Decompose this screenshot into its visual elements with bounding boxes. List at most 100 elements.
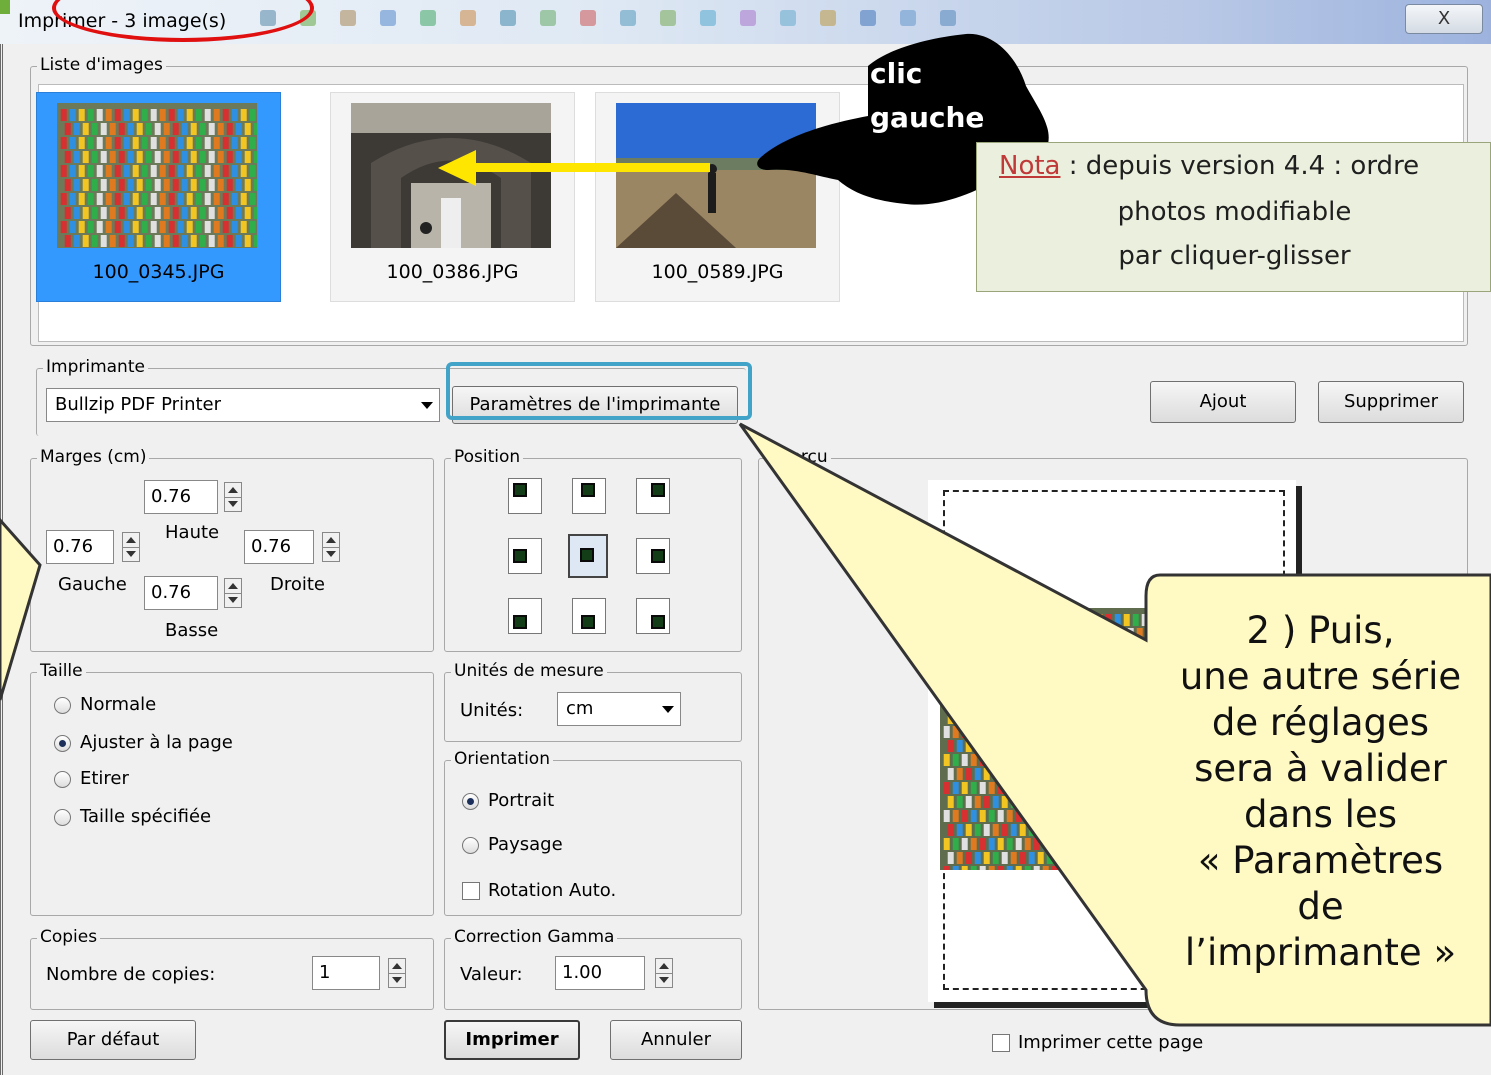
nota-text-1: : depuis version 4.4 : ordre <box>1060 151 1420 181</box>
spinner-arrows-icon[interactable] <box>224 482 242 512</box>
hand-annotation-line1: clic <box>870 57 923 90</box>
image-thumb-2[interactable]: 100_0386.JPG <box>330 92 575 302</box>
preview-legend: Aperçu <box>765 447 831 467</box>
hand-annotation: clic gauche <box>870 52 994 140</box>
toolbar-icon <box>860 10 876 26</box>
default-button[interactable]: Par défaut <box>30 1020 196 1060</box>
spinner-arrows-icon[interactable] <box>655 958 673 988</box>
margin-bottom-input[interactable]: 0.76 <box>144 576 218 610</box>
position-middle-right[interactable] <box>636 538 670 574</box>
position-bottom-left[interactable] <box>508 598 542 634</box>
toolbar-icon <box>780 10 796 26</box>
position-bottom-center[interactable] <box>572 598 606 634</box>
margins-legend: Marges (cm) <box>37 447 150 467</box>
printer-select-value: Bullzip PDF Printer <box>55 394 222 415</box>
remove-button[interactable]: Supprimer <box>1318 381 1464 423</box>
spinner-arrows-icon[interactable] <box>122 532 140 562</box>
units-label: Unités: <box>460 700 524 721</box>
hand-annotation-line2: gauche <box>870 101 985 134</box>
print-button[interactable]: Imprimer <box>444 1020 580 1060</box>
chevron-down-icon <box>421 402 433 409</box>
position-top-left[interactable] <box>508 478 542 514</box>
orientation-portrait-radio[interactable]: Portrait <box>462 790 554 811</box>
position-middle-left[interactable] <box>508 538 542 574</box>
copies-legend: Copies <box>37 927 101 947</box>
callout-line: « Paramètres <box>1197 839 1444 882</box>
gamma-legend: Correction Gamma <box>451 927 618 947</box>
auto-rotate-checkbox[interactable]: Rotation Auto. <box>462 880 616 901</box>
margin-top-input[interactable]: 0.76 <box>144 480 218 514</box>
callout-line: l’imprimante » <box>1184 931 1457 974</box>
thumb-filename: 100_0589.JPG <box>651 261 784 283</box>
app-icon <box>0 0 10 14</box>
toolbar-icon <box>940 10 956 26</box>
cancel-button[interactable]: Annuler <box>610 1020 742 1060</box>
image-list-legend: Liste d'images <box>37 55 166 75</box>
copies-input[interactable]: 1 <box>312 956 380 990</box>
size-fit-radio[interactable]: Ajuster à la page <box>54 732 233 753</box>
margin-top-label: Haute <box>165 522 220 543</box>
gamma-input[interactable]: 1.00 <box>555 956 645 990</box>
position-top-right[interactable] <box>636 478 670 514</box>
callout-line: de <box>1297 885 1344 928</box>
printer-select[interactable]: Bullzip PDF Printer <box>46 388 440 422</box>
callout-line: 2 ) Puis, <box>1246 609 1395 652</box>
thumb-filename: 100_0345.JPG <box>92 261 225 283</box>
spinner-arrows-icon[interactable] <box>322 532 340 562</box>
callout-line: sera à valider <box>1194 747 1447 790</box>
units-select-value: cm <box>566 698 594 719</box>
toolbar-icon <box>700 10 716 26</box>
thumb-image-bottles <box>57 103 257 248</box>
nota-box: Nota : depuis version 4.4 : ordre photos… <box>976 142 1491 292</box>
image-thumb-1[interactable]: 100_0345.JPG <box>36 92 281 302</box>
position-bottom-right[interactable] <box>636 598 670 634</box>
margin-left-label: Gauche <box>58 574 127 595</box>
size-custom-radio[interactable]: Taille spécifiée <box>54 806 211 827</box>
position-center[interactable] <box>568 534 608 578</box>
copies-label: Nombre de copies: <box>46 964 216 985</box>
add-button[interactable]: Ajout <box>1150 381 1296 423</box>
orientation-landscape-radio[interactable]: Paysage <box>462 834 563 855</box>
callout-text: 2 ) Puis, une autre série de réglages se… <box>1150 608 1491 976</box>
spinner-arrows-icon[interactable] <box>388 958 406 988</box>
nota-line-1: Nota : depuis version 4.4 : ordre <box>977 151 1491 181</box>
printer-legend: Imprimante <box>43 357 148 377</box>
preview-image <box>940 608 1150 870</box>
nota-label: Nota <box>999 151 1061 181</box>
margin-right-input[interactable]: 0.76 <box>244 530 314 564</box>
position-top-center[interactable] <box>572 478 606 514</box>
toolbar-icon <box>900 10 916 26</box>
callout-line: dans les <box>1244 793 1397 836</box>
toolbar-icon <box>420 10 436 26</box>
margin-left-input[interactable]: 0.76 <box>46 530 114 564</box>
toolbar-icon <box>820 10 836 26</box>
size-legend: Taille <box>37 661 86 681</box>
drag-arrow <box>470 163 710 172</box>
callout-line: une autre série <box>1179 655 1462 698</box>
nota-line-3: par cliquer-glisser <box>1118 241 1351 271</box>
toolbar-icon <box>460 10 476 26</box>
units-select[interactable]: cm <box>557 692 681 726</box>
thumb-filename: 100_0386.JPG <box>386 261 519 283</box>
chevron-down-icon <box>662 706 674 713</box>
margin-bottom-label: Basse <box>165 620 219 641</box>
margin-right-label: Droite <box>270 574 326 595</box>
toolbar-icon <box>340 10 356 26</box>
toolbar-icon <box>740 10 756 26</box>
callout-line: de réglages <box>1211 701 1430 744</box>
print-this-page-checkbox[interactable]: Imprimer cette page <box>992 1032 1203 1053</box>
orientation-legend: Orientation <box>451 749 553 769</box>
toolbar-icon <box>540 10 556 26</box>
gamma-label: Valeur: <box>460 964 523 985</box>
size-stretch-radio[interactable]: Etirer <box>54 768 129 789</box>
spinner-arrows-icon[interactable] <box>224 578 242 608</box>
units-legend: Unités de mesure <box>451 661 607 681</box>
toolbar-icon <box>500 10 516 26</box>
toolbar-icon <box>660 10 676 26</box>
toolbar-icon <box>620 10 636 26</box>
size-normal-radio[interactable]: Normale <box>54 694 156 715</box>
settings-highlight-box <box>446 362 752 420</box>
drag-arrow-head <box>438 150 476 186</box>
nota-line-2: photos modifiable <box>1117 197 1352 227</box>
close-button[interactable]: X <box>1405 4 1483 34</box>
